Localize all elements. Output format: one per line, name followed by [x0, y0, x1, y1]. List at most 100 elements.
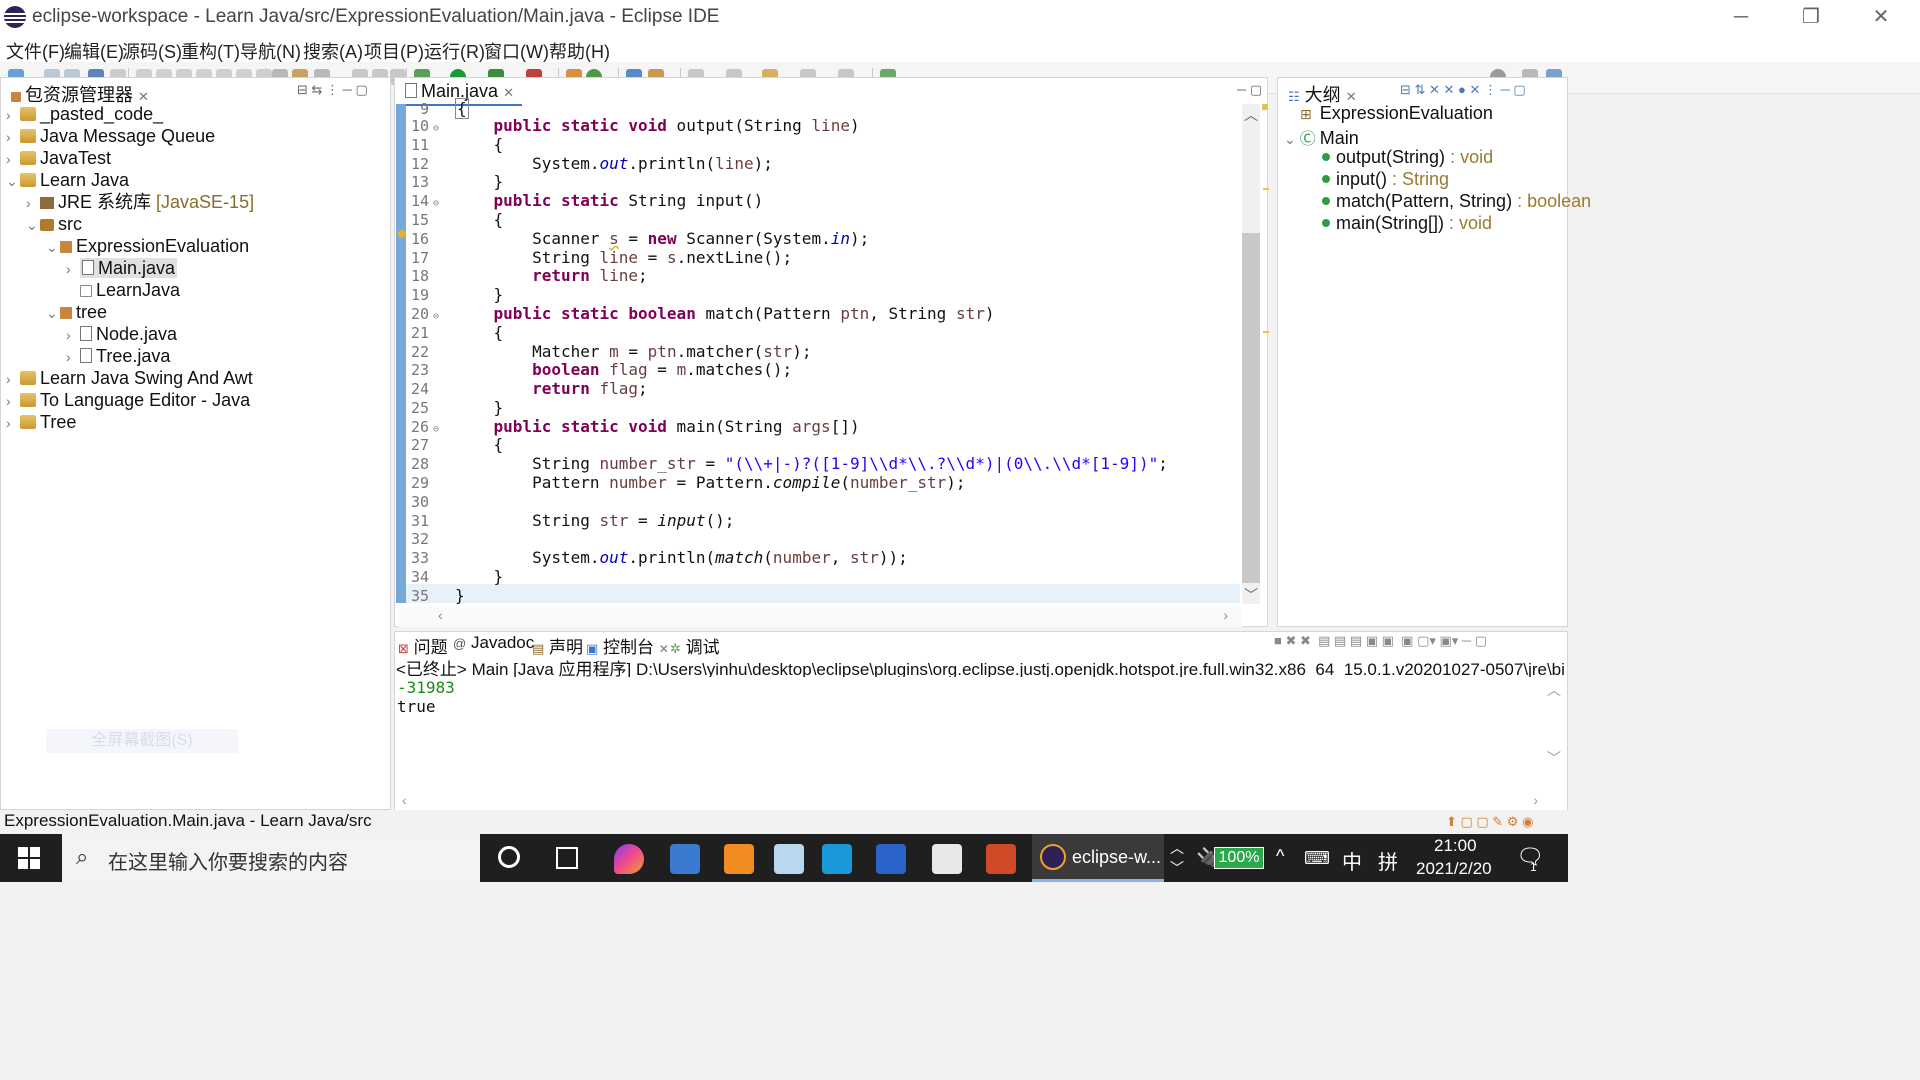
code-line[interactable]: 33 System.out.println(match(number, str)…	[397, 548, 908, 568]
status-bar: ExpressionEvaluation.Main.java - Learn J…	[0, 810, 1568, 834]
code-line[interactable]: 30	[397, 493, 455, 512]
taskbar-eclipse-button[interactable]: eclipse-w...	[1032, 834, 1164, 882]
java-file-icon	[80, 326, 92, 341]
powerpoint-icon[interactable]	[986, 844, 1016, 874]
outline-item-main-class[interactable]: ⌄ Ⓒ Main	[1284, 125, 1359, 149]
battery-indicator[interactable]: 100%	[1214, 847, 1264, 869]
snipping-tool-icon[interactable]	[774, 844, 804, 874]
public-method-icon	[1322, 197, 1330, 205]
app-orange-icon[interactable]	[724, 844, 754, 874]
title-bar: eclipse-workspace - Learn Java/src/Expre…	[0, 0, 1920, 34]
package-icon: ⊞	[1300, 106, 1312, 122]
menu-run[interactable]: 运行(R)	[424, 38, 485, 64]
keyboard-icon[interactable]: ⌨	[1304, 848, 1330, 869]
code-line[interactable]: 13 }	[397, 172, 503, 192]
editor-min-max[interactable]: ─ ▢	[1237, 82, 1262, 98]
code-line[interactable]: 31 String str = input();	[397, 511, 734, 531]
console-vscrollbar[interactable]: ︿ ﹀	[1547, 680, 1565, 790]
code-line[interactable]: 32	[397, 530, 455, 549]
console-hscrollbar[interactable]: ‹ ›	[398, 792, 1542, 810]
restore-button[interactable]: ❐	[1782, 0, 1840, 34]
code-line[interactable]: 14 ⊖ public static String input()	[397, 191, 763, 211]
windows-start-icon[interactable]	[18, 847, 40, 869]
code-line[interactable]: 20 ⊖ public static boolean match(Pattern …	[397, 304, 995, 324]
scroll-up-icon[interactable]: ︿	[1244, 105, 1258, 125]
code-line[interactable]: 15 {	[397, 210, 503, 230]
editor-scroll-thumb[interactable]	[1242, 233, 1260, 583]
calculator-icon[interactable]	[670, 844, 700, 874]
code-line[interactable]: 34 }	[397, 567, 503, 587]
minimize-button[interactable]: ─	[1712, 0, 1770, 34]
clock-date[interactable]: 2021/2/20	[1416, 859, 1492, 879]
code-line[interactable]: 12 System.out.println(line);	[397, 154, 773, 174]
code-line[interactable]: 24 return flag;	[397, 379, 648, 399]
code-line[interactable]: 29 Pattern number = Pattern.compile(numb…	[397, 473, 966, 493]
code-line[interactable]: 18 return line;	[397, 266, 648, 286]
tab-outline[interactable]: ☷ 大纲 ✕	[1280, 78, 1365, 106]
code-line[interactable]: 10 ⊖ public static void output(String lin…	[397, 116, 860, 136]
close-tab-icon[interactable]: ✕	[1346, 89, 1357, 104]
taskbar-search-box[interactable]: ⌕ 在这里输入你要搜索的内容	[62, 834, 480, 882]
paint-app-icon[interactable]	[614, 844, 644, 874]
current-line-highlight	[406, 584, 1240, 603]
console-toolbar[interactable]: ■ ✖ ✖ ▤ ▤ ▤ ▣ ▣ ▣ ▢▾ ▣▾ ─ ▢	[1274, 633, 1487, 649]
outline-toolbar[interactable]: ⊟ ⇅ ✕ ✕ ● ✕ ⋮ ─ ▢	[1400, 82, 1526, 98]
clock-time[interactable]: 21:00	[1434, 836, 1477, 856]
outline-item-method[interactable]: output(String) : void	[1322, 147, 1493, 168]
ime-mode[interactable]: 拼	[1378, 846, 1398, 875]
empty-package-icon	[80, 285, 92, 297]
cortana-icon[interactable]	[498, 846, 520, 868]
java-file-icon	[405, 83, 417, 98]
app-blue-icon[interactable]	[822, 844, 852, 874]
search-icon: ⌕	[76, 844, 89, 869]
menu-edit[interactable]: 编辑(E)	[64, 38, 124, 64]
editor-hscrollbar[interactable]: ‹ ›	[398, 607, 1242, 627]
menu-refactor[interactable]: 重构(T)	[181, 38, 240, 64]
console-icon: ▣	[586, 641, 599, 656]
code-line[interactable]: 17 String line = s.nextLine();	[397, 248, 792, 268]
notification-count: 1	[1530, 860, 1537, 874]
outline-item-method[interactable]: input() : String	[1322, 169, 1449, 190]
outline-item-package[interactable]: ⊞ ExpressionEvaluation	[1300, 103, 1493, 124]
debug-icon: ✲	[670, 641, 681, 656]
code-line[interactable]: 27 {	[397, 435, 503, 455]
code-line[interactable]: 25 }	[397, 398, 503, 418]
menu-navigate[interactable]: 导航(N)	[240, 38, 301, 64]
tree-item-tree-project[interactable]: › Tree	[6, 409, 76, 436]
status-text: ExpressionEvaluation.Main.java - Learn J…	[4, 811, 372, 830]
code-line[interactable]: 35}	[397, 586, 465, 606]
menu-file[interactable]: 文件(F)	[6, 38, 65, 64]
status-icons[interactable]: ⬆ ▢ ▢ ✎ ⚙ ◉	[1446, 814, 1533, 830]
project-icon	[20, 371, 36, 385]
close-tab-icon[interactable]: ✕	[659, 642, 669, 656]
javadoc-icon: @	[453, 636, 467, 651]
code-line[interactable]: 23 boolean flag = m.matches();	[397, 360, 792, 380]
close-button[interactable]: ✕	[1852, 0, 1910, 34]
close-tab-icon[interactable]: ✕	[503, 85, 514, 100]
app-f-icon[interactable]	[876, 844, 906, 874]
code-line[interactable]: 19 }	[397, 285, 503, 305]
menu-window[interactable]: 窗口(W)	[484, 38, 549, 64]
code-line[interactable]: 22 Matcher m = ptn.matcher(str);	[397, 342, 812, 362]
code-line[interactable]: 16 Scanner s = new Scanner(System.in);	[397, 229, 869, 249]
tab-javadoc[interactable]: @ Javadoc	[453, 633, 534, 653]
menu-source[interactable]: 源码(S)	[122, 38, 182, 64]
overview-ruler-marker[interactable]	[1262, 104, 1268, 110]
menu-project[interactable]: 项目(P)	[364, 38, 424, 64]
code-line[interactable]: 11 {	[397, 135, 503, 155]
overview-ruler-marker[interactable]	[1263, 188, 1269, 190]
overview-ruler-marker[interactable]	[1263, 331, 1269, 333]
scroll-down-icon[interactable]: ﹀	[1244, 585, 1258, 605]
code-line[interactable]: 26 ⊖ public static void main(String args[…	[397, 417, 860, 437]
outline-item-method[interactable]: match(Pattern, String) : boolean	[1322, 191, 1591, 212]
file-manager-icon[interactable]	[932, 844, 962, 874]
task-view-icon[interactable]	[556, 847, 578, 869]
tray-chevron-icon[interactable]: ^	[1276, 846, 1284, 867]
menu-search[interactable]: 搜索(A)	[303, 38, 363, 64]
outline-item-method[interactable]: main(String[]) : void	[1322, 213, 1492, 234]
code-line[interactable]: 28 String number_str = "(\\+|-)?([1-9]\\…	[397, 454, 1168, 474]
menu-help[interactable]: 帮助(H)	[549, 38, 610, 64]
ime-indicator[interactable]: 中	[1342, 846, 1362, 875]
code-line[interactable]: 21 {	[397, 323, 503, 343]
tray-expand-icon[interactable]: ︿ ﹀	[1170, 838, 1184, 878]
